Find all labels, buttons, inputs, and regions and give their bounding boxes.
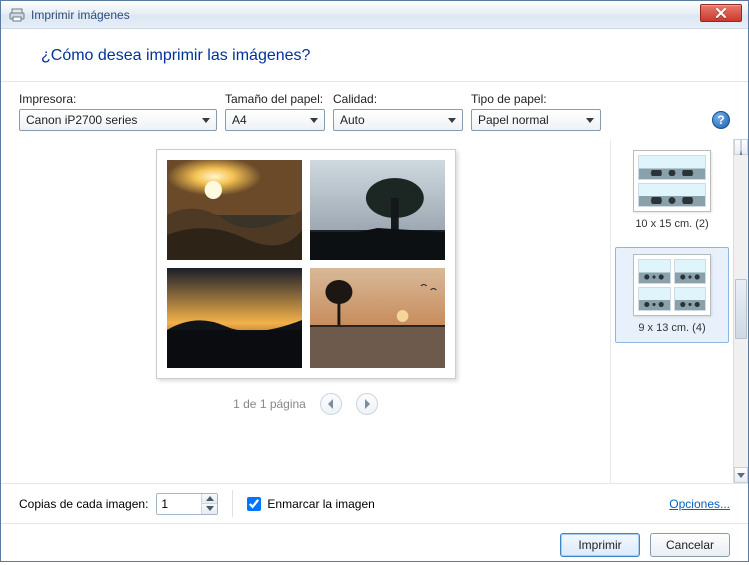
paper-type-label: Tipo de papel:: [471, 92, 601, 106]
window-title: Imprimir imágenes: [31, 8, 130, 22]
layout-option-label: 10 x 15 cm. (2): [618, 218, 726, 230]
layout-thumb-icon: [633, 254, 711, 316]
printer-label: Impresora:: [19, 92, 217, 106]
copies-label: Copias de cada imagen:: [19, 497, 148, 511]
layout-option[interactable]: [615, 351, 729, 391]
options-bar: Copias de cada imagen: Enmarcar la image…: [1, 483, 748, 523]
copies-stepper[interactable]: [156, 493, 218, 515]
paper-size-select[interactable]: A4: [225, 109, 325, 131]
scroll-up-button[interactable]: [734, 139, 748, 155]
print-pictures-dialog: Imprimir imágenes ¿Cómo desea imprimir l…: [0, 0, 749, 562]
layout-scrollbar[interactable]: [733, 139, 748, 483]
chevron-right-icon: [363, 399, 371, 409]
paper-size-label: Tamaño del papel:: [225, 92, 325, 106]
quality-label: Calidad:: [333, 92, 463, 106]
quality-select[interactable]: Auto: [333, 109, 463, 131]
help-button[interactable]: ?: [712, 111, 730, 129]
fit-frame-label: Enmarcar la imagen: [267, 497, 374, 511]
copies-up-button[interactable]: [202, 494, 217, 505]
layout-option-label: 9 x 13 cm. (4): [618, 322, 726, 334]
prev-page-button[interactable]: [320, 393, 342, 415]
next-page-button[interactable]: [356, 393, 378, 415]
chevron-down-icon: [206, 506, 214, 511]
layout-thumb-icon: [633, 150, 711, 212]
scroll-down-button[interactable]: [734, 467, 748, 483]
fit-frame-checkbox[interactable]: Enmarcar la imagen: [247, 497, 374, 511]
layout-option[interactable]: 10 x 15 cm. (2): [615, 143, 729, 239]
preview-image: [310, 160, 445, 260]
chevron-down-icon: [737, 473, 745, 478]
preview-image: [167, 268, 302, 368]
help-icon: ?: [717, 113, 724, 127]
page-preview: [156, 149, 456, 379]
titlebar: Imprimir imágenes: [1, 1, 748, 29]
main-area: 1 de 1 página 10 x 15 cm. (2) 9 x 13 cm.…: [1, 139, 748, 483]
preview-image: [167, 160, 302, 260]
printer-icon: [9, 7, 25, 23]
preview-column: 1 de 1 página: [1, 139, 610, 483]
printer-select[interactable]: Canon iP2700 series: [19, 109, 217, 131]
scroll-thumb[interactable]: [735, 279, 747, 339]
pager: 1 de 1 página: [233, 393, 378, 415]
divider: [232, 490, 233, 517]
cancel-button[interactable]: Cancelar: [650, 533, 730, 557]
paper-type-select[interactable]: Papel normal: [471, 109, 601, 131]
options-link[interactable]: Opciones...: [669, 497, 730, 511]
page-indicator: 1 de 1 página: [233, 397, 306, 411]
chevron-up-icon: [206, 496, 214, 501]
preview-image: [310, 268, 445, 368]
chevron-up-icon: [740, 139, 742, 155]
fit-frame-input[interactable]: [247, 497, 261, 511]
print-button[interactable]: Imprimir: [560, 533, 640, 557]
close-button[interactable]: [700, 4, 742, 22]
settings-row: Impresora: Canon iP2700 series Tamaño de…: [1, 82, 748, 139]
copies-down-button[interactable]: [202, 504, 217, 514]
layout-option[interactable]: 9 x 13 cm. (4): [615, 247, 729, 343]
header-question: ¿Cómo desea imprimir las imágenes?: [41, 47, 748, 65]
chevron-left-icon: [327, 399, 335, 409]
action-bar: Imprimir Cancelar: [1, 523, 748, 565]
header: ¿Cómo desea imprimir las imágenes?: [1, 29, 748, 82]
layout-sidebar: 10 x 15 cm. (2) 9 x 13 cm. (4): [610, 139, 748, 483]
copies-input[interactable]: [157, 494, 201, 514]
close-icon: [715, 8, 727, 18]
